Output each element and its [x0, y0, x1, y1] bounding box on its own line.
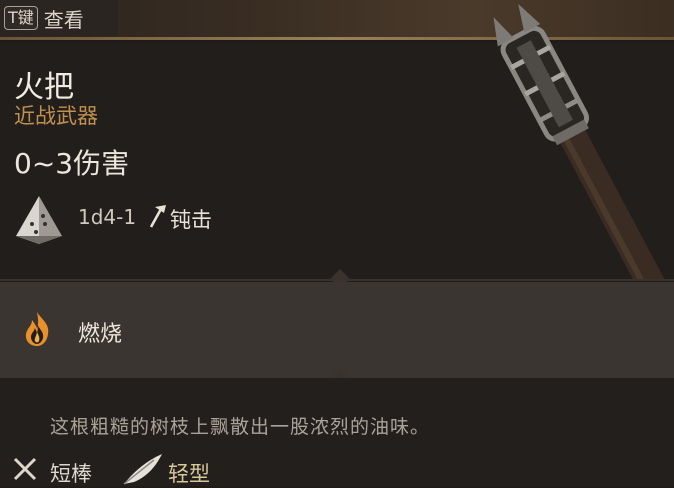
- damage-type: 钝击: [170, 208, 212, 232]
- item-category: 近战武器: [14, 104, 98, 128]
- feather-icon: [123, 454, 162, 485]
- d4-die-icon: [16, 196, 62, 244]
- effect-label: 燃烧: [78, 322, 123, 347]
- property-label-short-club: 短棒: [50, 462, 92, 486]
- item-description: 这根粗糙的树枝上飘散出一股浓烈的油味。: [50, 416, 431, 438]
- property-label-light: 轻型: [168, 462, 210, 486]
- flame-icon[interactable]: [22, 310, 52, 348]
- tab-label: 查看: [43, 7, 84, 32]
- crossed-clubs-icon: [13, 457, 37, 481]
- damage-summary: 0~3伤害: [14, 147, 130, 180]
- keybind-badge: T键: [4, 6, 38, 30]
- hammer-icon: [149, 205, 166, 228]
- view-tab[interactable]: T键 查看: [0, 0, 118, 36]
- torch-image: [493, 3, 670, 280]
- damage-dice: 1d4-1: [78, 205, 137, 229]
